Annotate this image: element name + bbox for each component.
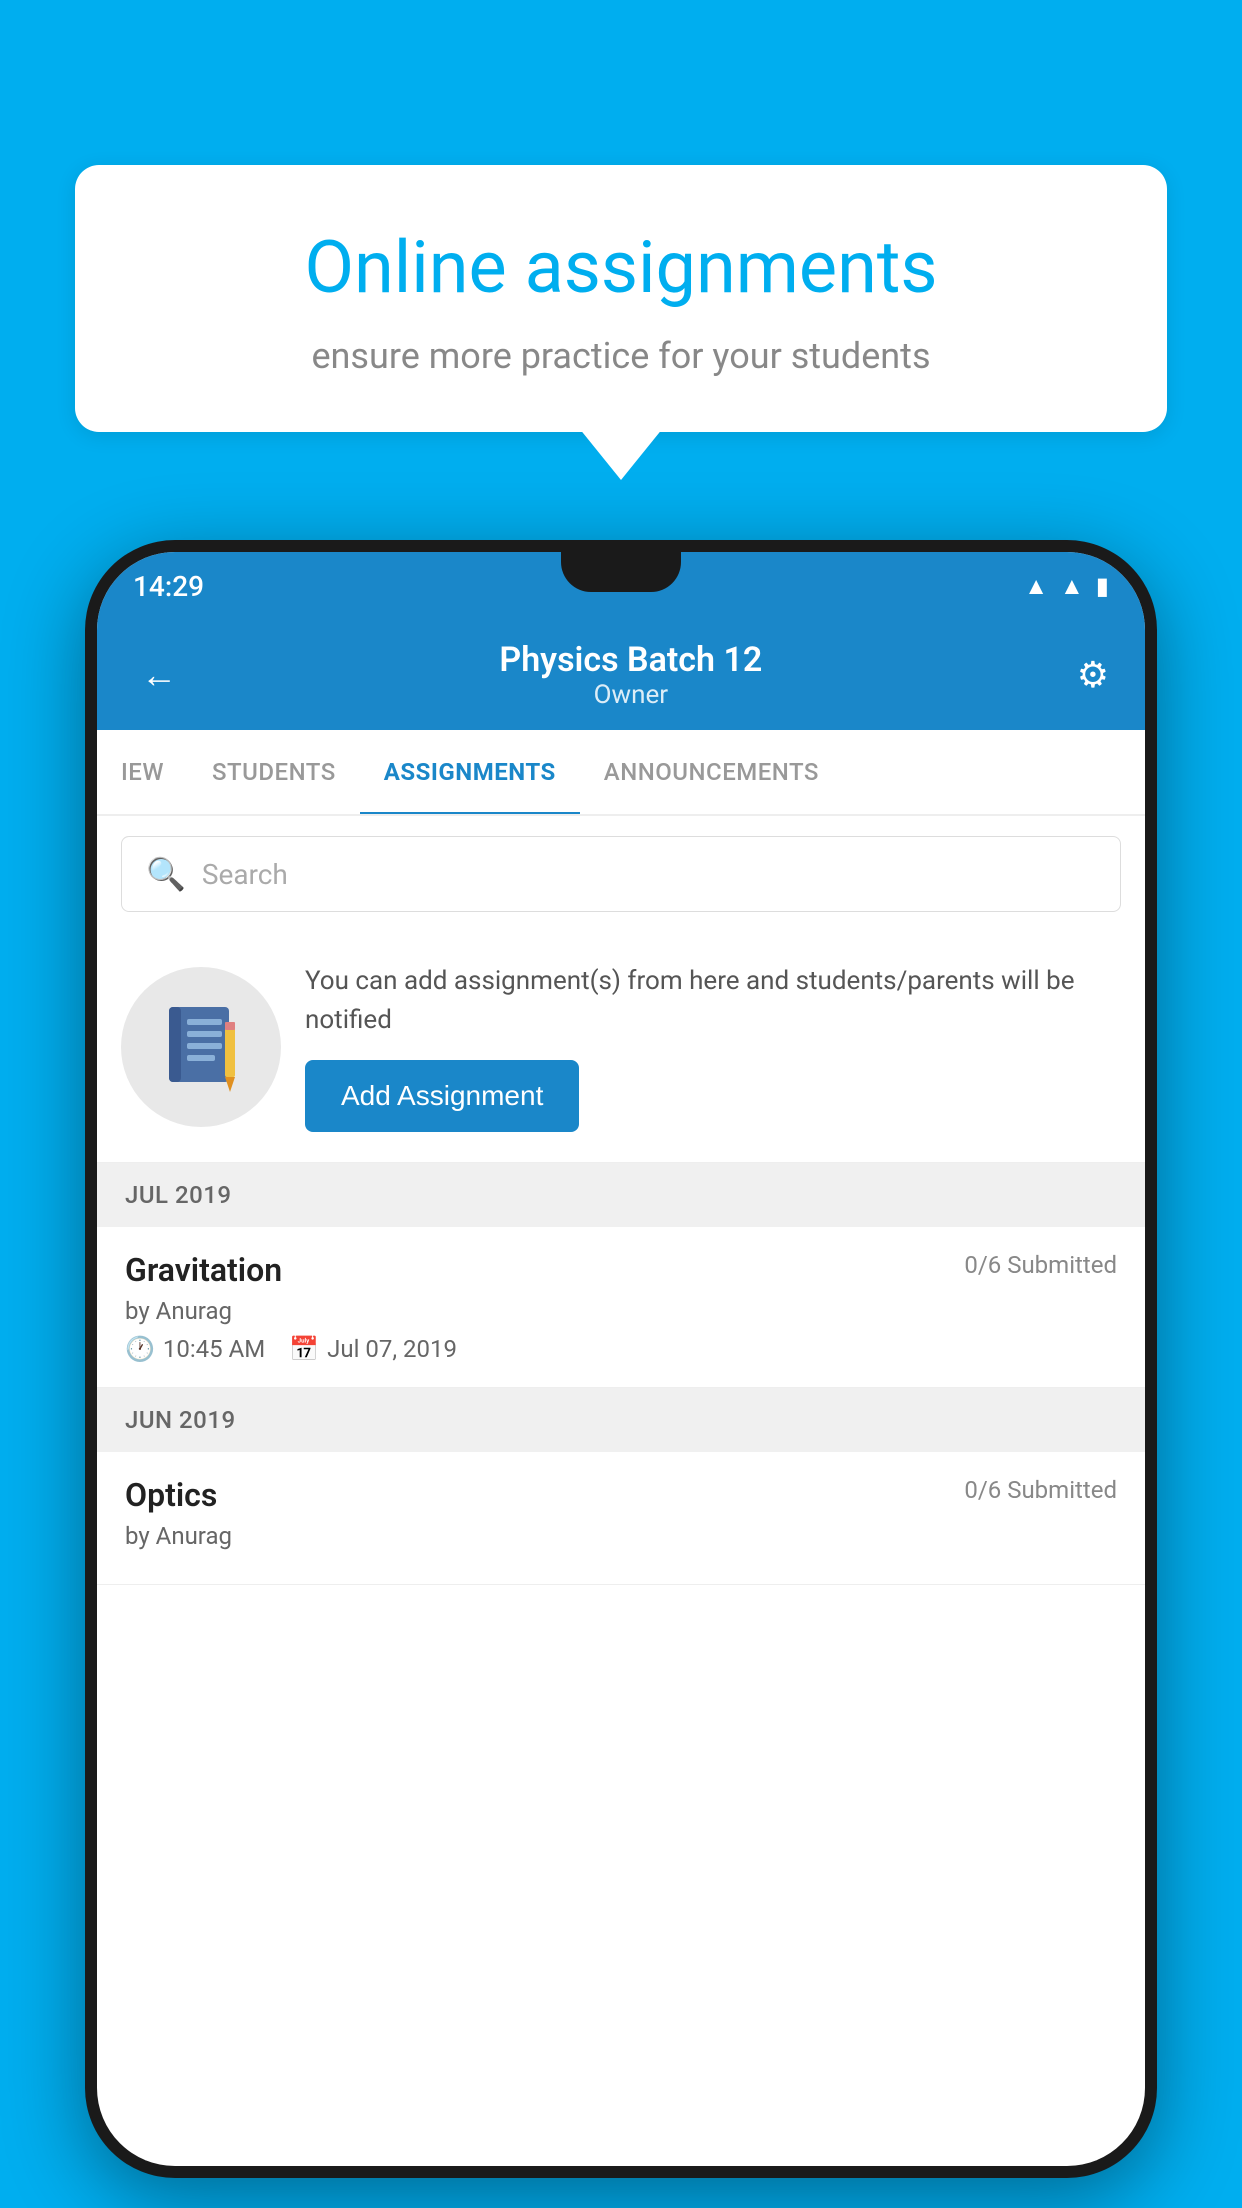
assignment-header-optics: Optics 0/6 Submitted [125, 1476, 1117, 1514]
assignment-title-optics: Optics [125, 1476, 217, 1514]
notebook-icon [151, 997, 251, 1097]
assignment-title: Gravitation [125, 1251, 282, 1289]
tab-announcements[interactable]: ANNOUNCEMENTS [580, 730, 843, 814]
speech-bubble-subtitle: ensure more practice for your students [135, 335, 1107, 377]
tabs-container: IEW STUDENTS ASSIGNMENTS ANNOUNCEMENTS [97, 730, 1145, 816]
section-header-jul: JUL 2019 [97, 1163, 1145, 1227]
header-title-group: Physics Batch 12 Owner [185, 640, 1077, 710]
phone-frame: 14:29 ▲ ▲ ▮ ← Physics Batch 12 Owner ⚙ I… [85, 540, 1157, 2178]
assignment-header: Gravitation 0/6 Submitted [125, 1251, 1117, 1289]
speech-bubble-title: Online assignments [135, 225, 1107, 311]
status-time: 14:29 [133, 570, 204, 603]
header-subtitle: Owner [185, 680, 1077, 710]
speech-bubble-container: Online assignments ensure more practice … [75, 165, 1167, 432]
signal-icon: ▲ [1060, 572, 1084, 601]
promo-content: You can add assignment(s) from here and … [305, 962, 1121, 1132]
tab-assignments[interactable]: ASSIGNMENTS [360, 730, 580, 814]
assignment-item-optics[interactable]: Optics 0/6 Submitted by Anurag [97, 1452, 1145, 1585]
search-icon: 🔍 [146, 855, 186, 893]
app-header: ← Physics Batch 12 Owner ⚙ [97, 620, 1145, 730]
calendar-icon: 📅 [289, 1335, 319, 1363]
assignment-author: by Anurag [125, 1297, 1117, 1325]
promo-description: You can add assignment(s) from here and … [305, 962, 1121, 1040]
clock-icon: 🕐 [125, 1335, 155, 1363]
status-icons: ▲ ▲ ▮ [1024, 572, 1109, 601]
assignment-submitted: 0/6 Submitted [964, 1251, 1117, 1279]
search-placeholder: Search [202, 858, 288, 891]
header-title: Physics Batch 12 [185, 640, 1077, 680]
assignment-item-gravitation[interactable]: Gravitation 0/6 Submitted by Anurag 🕐 10… [97, 1227, 1145, 1388]
tab-iew[interactable]: IEW [97, 730, 188, 814]
assignment-author-optics: by Anurag [125, 1522, 1117, 1550]
search-container: 🔍 Search [97, 816, 1145, 932]
promo-icon-circle [121, 967, 281, 1127]
search-bar[interactable]: 🔍 Search [121, 836, 1121, 912]
speech-bubble: Online assignments ensure more practice … [75, 165, 1167, 432]
section-header-jun: JUN 2019 [97, 1388, 1145, 1452]
add-assignment-button[interactable]: Add Assignment [305, 1060, 579, 1132]
assignment-time: 🕐 10:45 AM [125, 1335, 265, 1363]
assignment-submitted-optics: 0/6 Submitted [964, 1476, 1117, 1504]
phone-screen: 14:29 ▲ ▲ ▮ ← Physics Batch 12 Owner ⚙ I… [97, 552, 1145, 2166]
battery-icon: ▮ [1096, 572, 1109, 600]
wifi-icon: ▲ [1024, 572, 1048, 601]
notch [561, 552, 681, 592]
back-button[interactable]: ← [133, 646, 185, 704]
tab-students[interactable]: STUDENTS [188, 730, 360, 814]
assignment-date: 📅 Jul 07, 2019 [289, 1335, 457, 1363]
assignment-meta: 🕐 10:45 AM 📅 Jul 07, 2019 [125, 1335, 1117, 1363]
promo-card: You can add assignment(s) from here and … [97, 932, 1145, 1163]
settings-button[interactable]: ⚙ [1077, 654, 1109, 696]
